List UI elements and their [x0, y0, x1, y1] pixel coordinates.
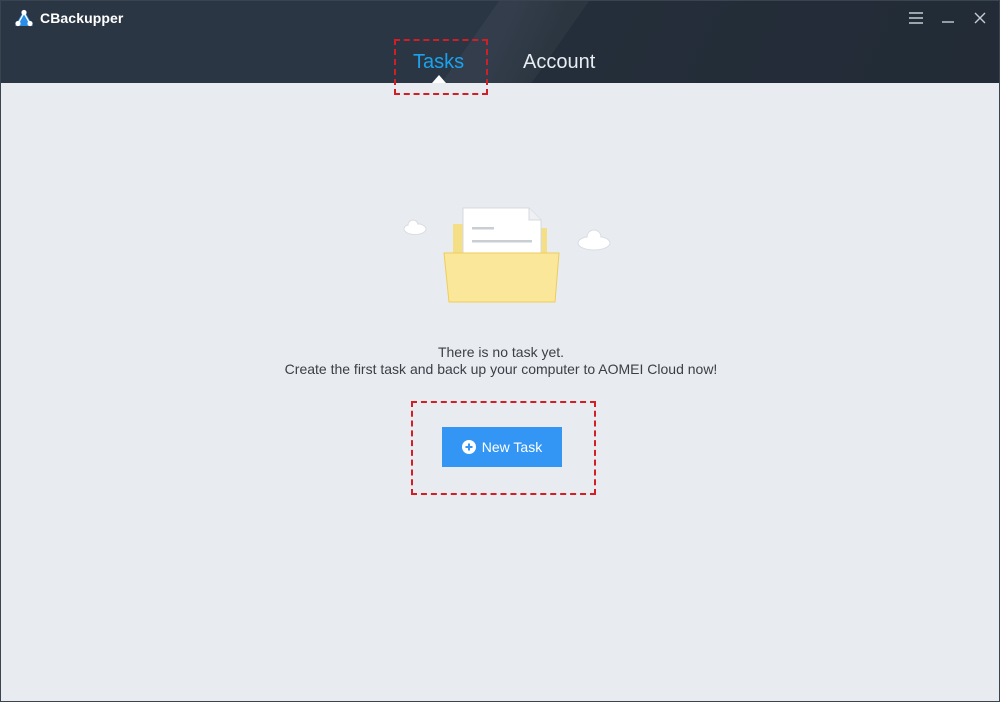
app-logo: CBackupper — [13, 7, 123, 29]
cloud-icon-right — [577, 229, 611, 251]
main-tabs: Tasks Account — [1, 43, 999, 83]
cbackupper-logo-icon — [15, 9, 33, 27]
empty-state-description: Create the first task and back up your c… — [284, 361, 718, 377]
cloud-icon-left — [403, 219, 427, 235]
tasks-content — [1, 83, 999, 701]
app-window: CBackupper Tasks Account There is no tas… — [0, 0, 1000, 702]
minimize-icon[interactable] — [939, 9, 957, 27]
app-title: CBackupper — [40, 10, 124, 26]
active-tab-indicator — [432, 75, 446, 83]
empty-state-title: There is no task yet. — [437, 344, 565, 360]
title-bar: CBackupper Tasks Account — [1, 1, 999, 83]
folder-document-icon — [403, 207, 611, 303]
close-icon[interactable] — [971, 9, 989, 27]
tab-account[interactable]: Account — [523, 43, 595, 83]
window-controls — [907, 9, 989, 27]
plus-circle-icon — [461, 440, 476, 454]
new-task-label: New Task — [481, 439, 543, 455]
new-task-button[interactable]: New Task — [442, 427, 562, 467]
hamburger-menu-icon[interactable] — [907, 9, 925, 27]
